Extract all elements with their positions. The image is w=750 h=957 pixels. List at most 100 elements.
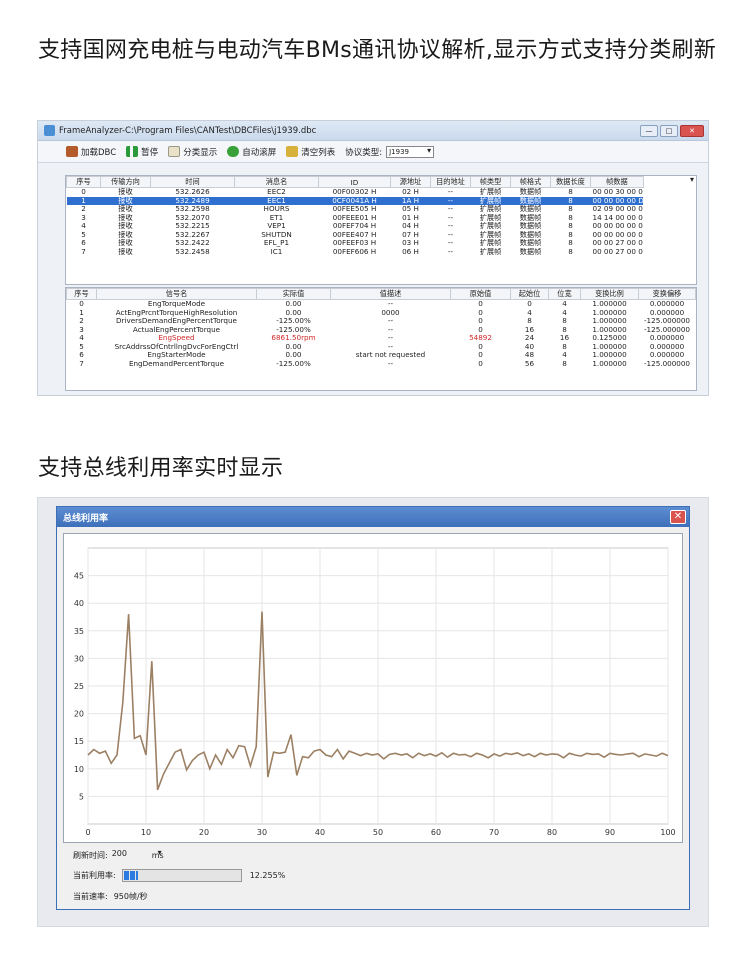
frame-row[interactable]: 2 接收 532.2598 HOURS 00FEE505 H 05 H -- 扩展帧 数据帧 8 0… [67,205,697,214]
minimize-button[interactable]: — [640,124,658,137]
table-cell: EngStarterMode [147,351,206,359]
table-cell: 8 [562,359,567,368]
column-header[interactable]: 源地址 [390,176,431,188]
frame-analyzer-window: FrameAnalyzer-C:\Program Files\CANTest\D… [37,120,709,396]
table-cell: 0 [478,308,483,317]
frame-row[interactable]: 6 接收 532.2422 EFL_P1 00FEEF03 H 03 H -- 扩展帧 数据帧 8… [67,239,697,248]
refresh-time-control: 刷新时间: 200 ms [73,849,164,862]
table-cell: 扩展帧 [479,247,502,256]
table-cell: -- [387,334,394,342]
table-cell: 8 [562,317,567,325]
close-button[interactable]: ✕ [670,510,686,524]
table-cell: 扩展帧 [479,222,502,230]
column-header[interactable]: 帧格式 [510,176,551,188]
signal-row[interactable]: 4 EngSpeed 6861.50rpm -- 54892 24 16 0.125000 0.… [67,334,696,343]
frame-row[interactable]: 3 接收 532.2070 ET1 00FEEE01 H 01 H -- 扩展帧 数据帧 8 14 … [67,214,697,223]
x-tick-label: 10 [141,828,151,837]
close-button[interactable]: ✕ [680,124,704,137]
classify-display-button[interactable]: 分类显示 [168,146,217,158]
clear-list-button[interactable]: 清空列表 [286,146,335,158]
table-cell: -- [387,317,394,325]
signal-row[interactable]: 1 ActEngPrcntTorqueHighResolution 0.00 0000… [67,309,696,318]
column-header[interactable]: 序号 [66,288,97,300]
column-header[interactable]: 位宽 [548,288,581,300]
table-cell: 4 [79,334,84,342]
table-cell: 数据帧 [510,196,551,205]
column-header[interactable]: 原始值 [450,288,511,300]
table-cell: 1.000000 [592,351,627,359]
table-cell: EEC1 [234,196,319,205]
table-cell: 532.2598 [175,205,210,213]
table-cell: 0.000000 [649,351,685,359]
table-cell: 扩展帧 [479,213,502,222]
column-header[interactable]: 时间 [150,176,235,188]
column-header[interactable]: 信号名 [96,288,257,300]
table-cell: 0.00 [285,351,302,359]
refresh-time-dropdown[interactable]: 200 [112,849,148,862]
column-header[interactable]: 数据长度 [550,176,591,188]
table-cell: 0.00 [285,342,302,351]
usage-progress-bar [121,869,242,882]
frame-row[interactable]: 7 接收 532.2458 IC1 00FEF606 H 06 H -- 扩展帧 数据帧 8 00 … [67,248,697,257]
arrow-right-icon [227,146,240,157]
table-cell: 1.000000 [592,325,627,334]
column-header[interactable]: 变换偏移 [638,288,696,300]
protocol-dropdown[interactable]: J1939 [386,145,435,158]
table-cell: EEC2 [267,187,286,196]
table-cell: 数据帧 [519,205,542,213]
table-cell: 5 [79,342,84,351]
table-cell: 8 [568,213,573,222]
column-header[interactable]: 变换比例 [580,288,639,300]
table-cell: -- [387,359,394,368]
x-tick-label: 90 [605,828,615,837]
frame-row[interactable]: 4 接收 532.2215 VEP1 00FEF704 H 04 H -- 扩展帧 数据帧 8 00… [67,222,697,231]
table-cell: 0.00 [285,299,302,308]
signal-row[interactable]: 7 EngDemandPercentTorque -125.00% -- 0 56 8 1.0… [67,360,696,369]
column-header[interactable]: ID [318,176,391,188]
rate-value: 950帧/秒 [113,892,148,901]
table-cell: EngSpeed [158,334,195,342]
rate-control: 当前速率: 950帧/秒 [73,892,148,901]
frame-row[interactable]: 0 接收 532.2626 EEC2 00F00302 H 02 H -- 扩展帧 数据帧 8 00… [67,188,697,197]
section-heading-protocol: 支持国网充电桩与电动汽车BMs通讯协议解析,显示方式支持分类刷新 [38,38,717,63]
column-header[interactable]: 值描述 [330,288,451,300]
y-tick-label: 20 [74,710,84,719]
frame-row[interactable]: 5 接收 532.2267 SHUTDN 00FEE407 H 07 H -- 扩展帧 数据帧 8… [67,231,697,240]
column-header[interactable]: 目的地址 [430,176,471,188]
x-tick-label: 80 [547,828,557,837]
column-header[interactable]: 实际值 [256,288,331,300]
column-header[interactable]: 帧数据 [590,176,644,188]
column-header[interactable]: 帧类型 [470,176,511,188]
frame-row[interactable]: 1 接收 532.2489 EEC1 0CF0041A H 1A H -- 扩展帧 数据帧 8 00… [66,196,697,205]
table-cell: 扩展帧 [479,187,502,196]
table-cell: 00 00 27 00 00 00 00 00 [592,247,644,256]
column-header[interactable]: 传输方向 [100,176,151,188]
table-cell: 04 H [402,222,419,230]
signal-row[interactable]: 3 ActualEngPercentTorque -125.00% -- 0 16 8 1.0… [67,326,696,335]
table-cell: 00F00302 H [332,187,377,196]
signal-row[interactable]: 6 EngStarterMode 0.00 start not requested 0 4… [67,351,696,360]
column-header[interactable]: 消息名 [234,176,319,188]
signal-row[interactable]: 0 EngTorqueMode 0.00 -- 0 0 4 1.000000 0.000000 [67,300,696,309]
table-cell: -- [447,247,454,256]
table-cell: 数据帧 [519,247,542,256]
table-cell: 02 09 00 00 00 00 00 00 [592,205,644,213]
table-cell: 8 [568,247,573,256]
signal-row[interactable]: 2 DriversDemandEngPercentTorque -125.00% --… [67,317,696,326]
load-dbc-button[interactable]: 加载DBC [66,146,116,158]
table-cell: -125.00% [276,317,311,325]
column-header[interactable]: 起始位 [510,288,549,300]
signal-row[interactable]: 5 SrcAddrssOfCntrllngDvcForEngCtrl 0.00 -- 0… [67,343,696,352]
table-cell: 8 [568,239,573,247]
table-cell: 03 H [402,239,419,247]
column-header[interactable]: 序号 [66,176,101,188]
table-cell: 接收 [118,230,133,239]
table-cell: 54892 [469,334,492,342]
pause-button[interactable]: 暂停 [126,146,158,158]
x-tick-label: 70 [489,828,499,837]
auto-scroll-button[interactable]: 自动滚屏 [227,146,276,158]
table-cell: 1.000000 [592,359,627,368]
table-cell: 数据帧 [519,230,542,239]
maximize-button[interactable]: □ [660,124,678,137]
table-cell: -- [447,222,454,230]
